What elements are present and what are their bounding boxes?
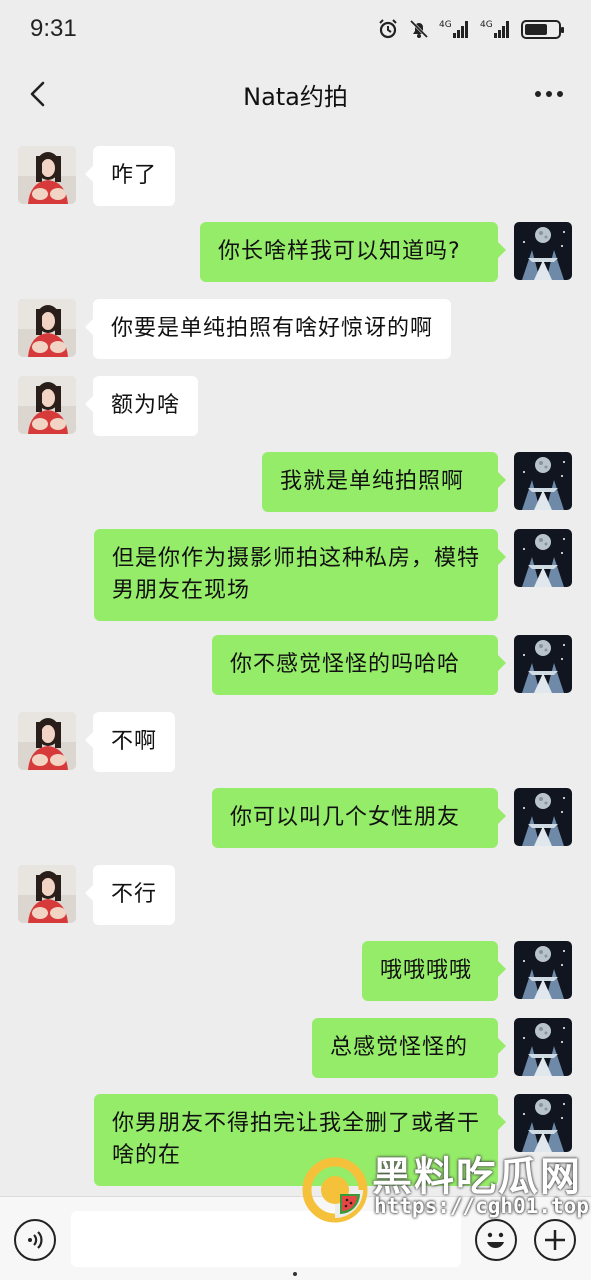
status-time: 9:31 (30, 15, 77, 42)
message-bubble[interactable]: 你可以叫几个女性朋友 (212, 788, 506, 848)
my-avatar[interactable] (514, 635, 572, 693)
message-bubble[interactable]: 哦哦哦哦 (362, 941, 506, 1001)
back-button[interactable] (18, 74, 58, 114)
status-icons: 4G 4G (377, 18, 564, 40)
voice-icon (28, 1231, 43, 1249)
message-bubble[interactable]: 你长啥样我可以知道吗? (200, 222, 506, 282)
message-bubble[interactable]: 你不感觉怪怪的吗哈哈 (212, 635, 506, 695)
home-indicator (293, 1272, 297, 1276)
my-avatar[interactable] (514, 529, 572, 587)
contact-avatar[interactable] (18, 146, 76, 204)
plus-button[interactable] (534, 1219, 576, 1261)
contact-avatar[interactable] (18, 376, 76, 434)
emoji-button[interactable] (475, 1219, 517, 1261)
message-bubble[interactable]: 你男朋友不得拍完让我全删了或者干啥的在 (94, 1094, 506, 1186)
more-dots-icon (535, 91, 563, 97)
my-avatar[interactable] (514, 788, 572, 846)
network-label-1: 4G (439, 20, 452, 30)
chat-header: Nata约拍 (0, 58, 591, 130)
message-bubble[interactable]: 额为啥 (84, 376, 199, 436)
my-avatar[interactable] (514, 1094, 572, 1152)
alarm-icon (377, 18, 399, 40)
chevron-left-icon (30, 81, 45, 107)
emoji-icon (487, 1232, 504, 1249)
more-options-button[interactable] (529, 74, 569, 114)
message-bubble[interactable]: 总感觉怪怪的 (312, 1018, 506, 1078)
message-bubble[interactable]: 我就是单纯拍照啊 (262, 452, 506, 512)
message-bubble[interactable]: 不啊 (84, 712, 176, 772)
contact-avatar[interactable] (18, 712, 76, 770)
contact-avatar[interactable] (18, 865, 76, 923)
my-avatar[interactable] (514, 941, 572, 999)
message-bubble[interactable]: 你要是单纯拍照有啥好惊讶的啊 (84, 299, 452, 359)
contact-avatar[interactable] (18, 299, 76, 357)
chat-history[interactable]: 咋了 你长啥样我可以知道吗? 你要是单纯拍照有啥好惊讶的啊 额为啥我就是单纯拍照啊但是… (0, 130, 591, 1196)
status-bar: 9:31 4G 4G (0, 0, 591, 58)
signal-4g-icon: 4G (480, 18, 512, 40)
input-bar (0, 1196, 591, 1280)
message-bubble[interactable]: 但是你作为摄影师拍这种私房，模特男朋友在现场 (94, 529, 506, 621)
my-avatar[interactable] (514, 1018, 572, 1076)
mute-icon (408, 18, 430, 40)
plus-icon (545, 1230, 565, 1250)
message-input[interactable] (71, 1211, 461, 1267)
chat-title: Nata约拍 (243, 82, 348, 111)
battery-icon (521, 19, 564, 39)
message-bubble[interactable]: 不行 (84, 865, 176, 925)
signal-4g-icon: 4G (439, 18, 471, 40)
my-avatar[interactable] (514, 452, 572, 510)
message-bubble[interactable]: 咋了 (84, 146, 176, 206)
voice-button[interactable] (14, 1219, 56, 1261)
network-label-2: 4G (480, 20, 493, 30)
my-avatar[interactable] (514, 222, 572, 280)
